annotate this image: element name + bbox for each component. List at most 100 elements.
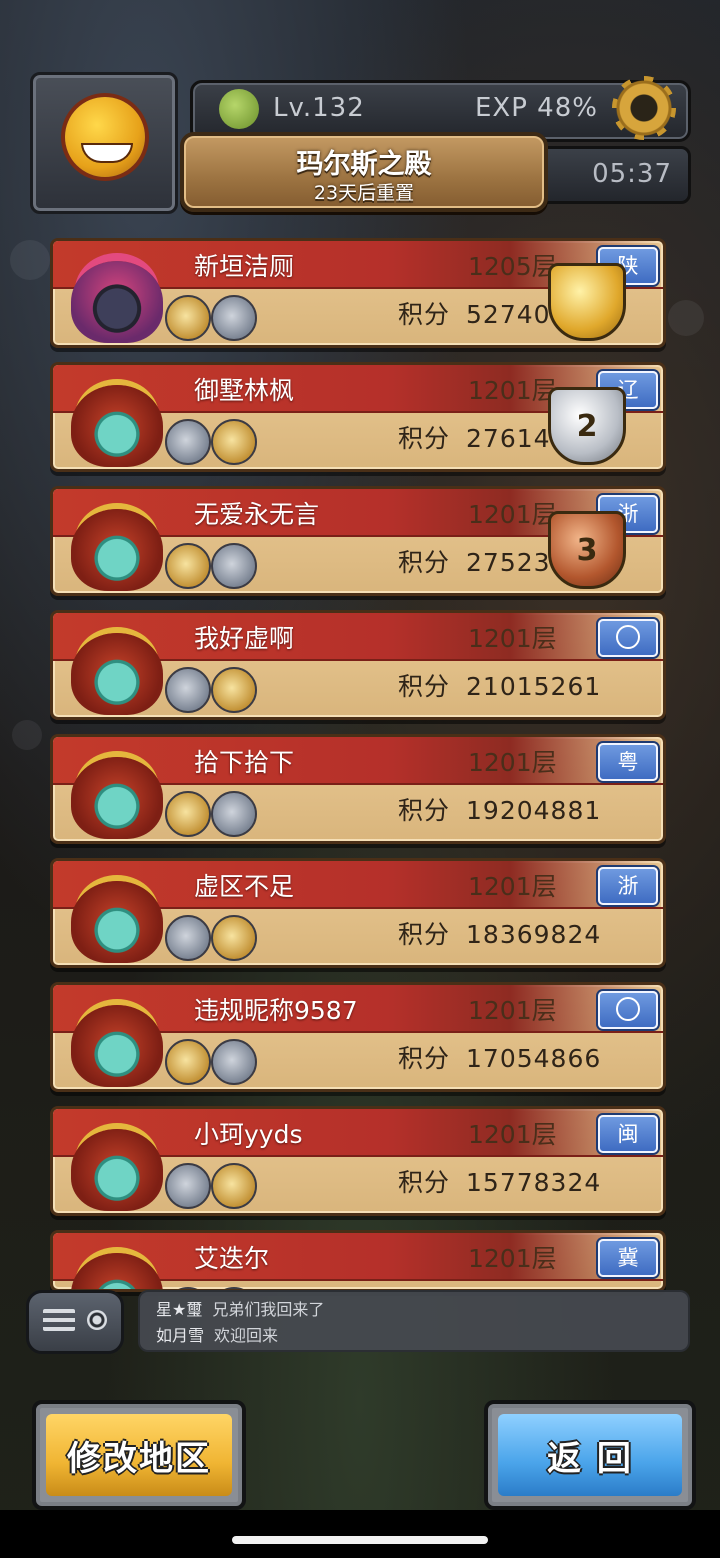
avatar-character-icon	[65, 97, 145, 177]
unknown-region-icon	[616, 625, 640, 649]
back-button[interactable]: 返 回	[484, 1400, 696, 1510]
chat-bubble-icon	[87, 1310, 107, 1330]
background-decoration	[668, 300, 704, 336]
chat-text: 欢迎回来	[214, 1326, 279, 1345]
chat-message: 如月雪 欢迎回来	[156, 1322, 278, 1346]
timer-box: 05:37	[535, 146, 691, 204]
region-badge: 闽	[598, 1115, 658, 1153]
floor-count: 1201层	[468, 500, 557, 529]
level-tree-icon	[219, 89, 259, 129]
floor-count: 1201层	[468, 624, 557, 653]
team-leader-icon	[71, 757, 163, 839]
team-leader-icon	[71, 261, 163, 343]
region-badge: 冀	[598, 1239, 658, 1277]
rank-card[interactable]: 小珂yyds 1201层 积分 15778324 闽	[50, 1106, 666, 1216]
team-member-icon	[211, 915, 257, 961]
team-member-icon	[165, 791, 211, 837]
floor-count: 1201层	[468, 872, 557, 901]
score-label: 积分	[398, 920, 451, 949]
team-member-icon	[211, 667, 257, 713]
score-value: 18369824	[466, 920, 602, 949]
team-member-icon	[211, 295, 257, 341]
player-name: 违规昵称9587	[194, 996, 358, 1025]
rank-card[interactable]: 虚区不足 1201层 积分 18369824 浙	[50, 858, 666, 968]
score-label: 积分	[398, 300, 451, 329]
level-text: Lv.132	[273, 93, 365, 123]
background-decoration	[12, 720, 42, 750]
page-title: 玛尔斯之殿	[296, 149, 432, 180]
chat-preview[interactable]: 星★璽 兄弟们我回来了 如月雪 欢迎回来	[138, 1290, 690, 1352]
score-label: 积分	[398, 796, 451, 825]
player-avatar[interactable]	[30, 72, 178, 214]
settings-gear-icon[interactable]	[612, 76, 676, 140]
silver-trophy-icon: 2	[548, 387, 626, 465]
change-region-button[interactable]: 修改地区	[32, 1400, 246, 1510]
score-value: 19204881	[466, 796, 602, 825]
team-member-icon	[165, 915, 211, 961]
chat-user: 如月雪	[156, 1326, 205, 1345]
floor-count: 1201层	[468, 996, 557, 1025]
background-decoration	[10, 240, 50, 280]
player-name: 拾下拾下	[194, 748, 295, 777]
score-label: 积分	[398, 672, 451, 701]
floor-count: 1201层	[468, 1244, 557, 1273]
floor-count: 1201层	[468, 748, 557, 777]
chat-message: 星★璽 兄弟们我回来了	[156, 1296, 324, 1320]
region-badge	[598, 991, 658, 1029]
rank-card[interactable]: 无爱永无言 1201层 积分 27523816 浙 3	[50, 486, 666, 596]
team-member-icon	[211, 1163, 257, 1209]
team-member-icon	[165, 295, 211, 341]
team-member-icon	[165, 419, 211, 465]
player-name: 御墅林枫	[194, 376, 295, 405]
score-row: 积分 17054866	[398, 1039, 601, 1075]
score-label: 积分	[398, 424, 451, 453]
region-badge	[598, 619, 658, 657]
score-value: 21015261	[466, 672, 602, 701]
score-row: 积分 18369824	[398, 915, 601, 951]
rank-card[interactable]: 违规昵称9587 1201层积分 17054866	[50, 982, 666, 1092]
bottom-safe-area	[0, 1510, 720, 1558]
team-member-icon	[165, 543, 211, 589]
gold-trophy-icon	[548, 263, 626, 341]
reset-countdown: 23天后重置	[313, 182, 415, 204]
player-name: 我好虚啊	[194, 624, 295, 653]
chat-toggle-button[interactable]	[26, 1290, 124, 1354]
exp-text: EXP 48%	[475, 93, 598, 123]
player-name: 小珂yyds	[194, 1120, 303, 1149]
team-member-icon	[211, 791, 257, 837]
team-leader-icon	[71, 633, 163, 715]
unknown-region-icon	[616, 997, 640, 1021]
floor-count: 1205层	[468, 252, 557, 281]
rank-card[interactable]: 艾迭尔 1201层 冀	[50, 1230, 666, 1292]
score-row: 积分 19204881	[398, 791, 601, 827]
floor-count: 1201层	[468, 376, 557, 405]
team-member-icon	[211, 419, 257, 465]
player-name: 虚区不足	[194, 872, 295, 901]
team-leader-icon	[71, 1129, 163, 1211]
home-indicator[interactable]	[232, 1536, 488, 1544]
score-label: 积分	[398, 1044, 451, 1073]
team-member-icon	[211, 543, 257, 589]
score-row: 积分 15778324	[398, 1163, 601, 1199]
team-member-icon	[165, 1163, 211, 1209]
region-badge: 浙	[598, 867, 658, 905]
chat-user: 星★璽	[156, 1300, 203, 1319]
chat-text: 兄弟们我回来了	[212, 1300, 325, 1319]
chat-lines-icon	[43, 1309, 75, 1331]
reset-timer: 05:37	[592, 159, 672, 189]
player-name: 新垣洁厕	[194, 252, 295, 281]
bronze-trophy-icon: 3	[548, 511, 626, 589]
rank-card[interactable]: 新垣洁厕 1205层 积分 5274096 陕	[50, 238, 666, 348]
team-leader-icon	[71, 509, 163, 591]
page-title-plank: 玛尔斯之殿 23天后重置	[180, 132, 548, 212]
player-name: 艾迭尔	[194, 1244, 270, 1273]
rank-card[interactable]: 御墅林枫 1201层 积分 27614877 辽 2	[50, 362, 666, 472]
score-label: 积分	[398, 1168, 451, 1197]
team-member-icon	[165, 667, 211, 713]
back-label: 返 回	[547, 1438, 633, 1479]
team-leader-icon	[71, 881, 163, 963]
score-label: 积分	[398, 548, 451, 577]
team-member-icon	[165, 1039, 211, 1085]
rank-card[interactable]: 我好虚啊 1201层 积分 21015261	[50, 610, 666, 720]
rank-card[interactable]: 拾下拾下 1201层 积分 19204881 粤	[50, 734, 666, 844]
